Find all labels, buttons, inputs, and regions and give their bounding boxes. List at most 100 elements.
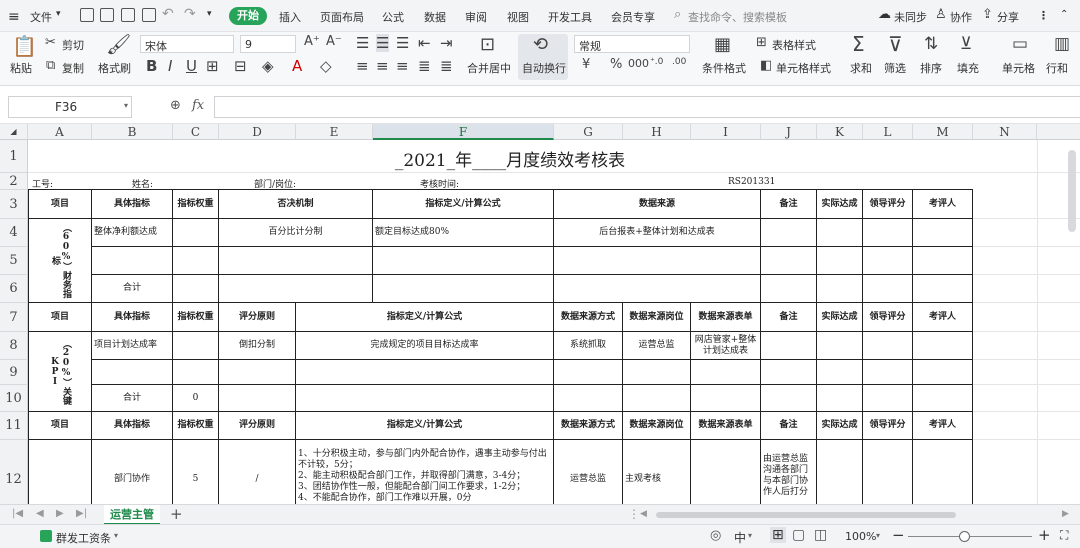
- select-all-corner[interactable]: ◢: [0, 124, 28, 140]
- r8-actual[interactable]: [817, 332, 863, 360]
- h2-evaluator[interactable]: 考评人: [913, 303, 973, 332]
- input-mode[interactable]: 中: [734, 529, 746, 546]
- h3-post[interactable]: 数据来源岗位: [623, 412, 691, 440]
- h3-weight[interactable]: 指标权重: [173, 412, 219, 440]
- tab-data[interactable]: 数据: [424, 9, 446, 25]
- r8-form[interactable]: 网店管家+整体计划达成表: [691, 332, 761, 360]
- sec1-item-cell[interactable]: （60%）财务指标: [28, 219, 92, 303]
- r8-definition[interactable]: 完成规定的项目目标达成率: [296, 332, 554, 360]
- r6-rule[interactable]: [219, 275, 373, 303]
- tab-insert[interactable]: 插入: [279, 9, 301, 25]
- r4-definition[interactable]: 额定目标达成80%: [373, 219, 554, 247]
- filter-button[interactable]: 筛选: [884, 60, 906, 76]
- row-header-9[interactable]: 9: [0, 360, 28, 385]
- row-header-2[interactable]: 2: [0, 173, 28, 190]
- cell-style-icon[interactable]: ◧: [760, 58, 772, 73]
- italic-icon[interactable]: I: [168, 57, 172, 75]
- r4-evaluator[interactable]: [913, 219, 973, 247]
- zoom-dropdown-icon[interactable]: ▾: [876, 531, 880, 540]
- h3-metric[interactable]: 具体指标: [92, 412, 173, 440]
- tab-formulas[interactable]: 公式: [382, 9, 404, 25]
- r12-remark[interactable]: 由运营总监沟通各部门与本部门协作人后打分: [761, 440, 817, 504]
- sheet-title[interactable]: _2021_年____月度绩效考核表: [360, 146, 660, 171]
- align-middle-icon[interactable]: ☰: [376, 34, 390, 52]
- page-break-view-icon[interactable]: ◫: [814, 527, 827, 543]
- r6-actual[interactable]: [817, 275, 863, 303]
- r12-item[interactable]: [28, 440, 92, 504]
- r4-actual[interactable]: [817, 219, 863, 247]
- r10-form[interactable]: [691, 385, 761, 412]
- more-sheets-icon[interactable]: ⋮: [628, 507, 640, 521]
- r12-evaluator[interactable]: [913, 440, 973, 504]
- h1-leader-score[interactable]: 领导评分: [863, 190, 913, 219]
- indent-increase-icon[interactable]: ⇥: [440, 34, 453, 52]
- r10-rule[interactable]: [219, 385, 296, 412]
- chevron-down-icon[interactable]: ▾: [56, 9, 61, 19]
- h3-rule[interactable]: 评分原则: [219, 412, 296, 440]
- scissors-icon[interactable]: ✂: [45, 35, 56, 50]
- save-icon[interactable]: [80, 8, 94, 22]
- r9-post[interactable]: [623, 360, 691, 385]
- col-header-l[interactable]: L: [863, 124, 913, 140]
- r5-actual[interactable]: [817, 247, 863, 275]
- thousands-icon[interactable]: 000: [628, 57, 649, 70]
- wrap-text-icon[interactable]: ⟲: [533, 34, 548, 55]
- file-menu[interactable]: 文件: [30, 9, 52, 25]
- fill-icon[interactable]: ⊻: [960, 34, 972, 54]
- record-code[interactable]: RS201331: [728, 177, 775, 187]
- name-box-dropdown-icon[interactable]: ▾: [124, 101, 128, 110]
- r4-rule[interactable]: 百分比计分制: [219, 219, 373, 247]
- format-painter-icon[interactable]: 🖌: [106, 32, 131, 56]
- auto-wrap-button[interactable]: 自动换行: [522, 60, 566, 76]
- tab-page-layout[interactable]: 页面布局: [320, 9, 364, 25]
- sort-button[interactable]: 排序: [920, 60, 942, 76]
- col-header-b[interactable]: B: [92, 124, 173, 140]
- r5-rule[interactable]: [219, 247, 373, 275]
- hamburger-icon[interactable]: ≡: [8, 9, 20, 25]
- r10-definition[interactable]: [296, 385, 554, 412]
- quick-access-dropdown-icon[interactable]: ▾: [207, 9, 212, 19]
- fill-button[interactable]: 填充: [957, 60, 979, 76]
- h1-definition[interactable]: 指标定义/计算公式: [373, 190, 554, 219]
- r10-leader-score[interactable]: [863, 385, 913, 412]
- col-header-c[interactable]: C: [173, 124, 219, 140]
- row-header-11[interactable]: 11: [0, 412, 28, 440]
- h2-item[interactable]: 项目: [28, 303, 92, 332]
- col-header-k[interactable]: K: [817, 124, 863, 140]
- format-painter-button[interactable]: 格式刷: [98, 60, 131, 76]
- r6-weight[interactable]: [173, 275, 219, 303]
- zoom-search-icon[interactable]: ⊕: [170, 98, 181, 113]
- h1-source[interactable]: 数据来源: [554, 190, 761, 219]
- r10-remark[interactable]: [761, 385, 817, 412]
- h2-leader-score[interactable]: 领导评分: [863, 303, 913, 332]
- h3-leader-score[interactable]: 领导评分: [863, 412, 913, 440]
- row-header-10[interactable]: 10: [0, 385, 28, 412]
- r12-method[interactable]: 运营总监: [554, 440, 623, 504]
- h2-rule[interactable]: 评分原则: [219, 303, 296, 332]
- cell-icon[interactable]: ▭: [1012, 34, 1028, 54]
- r10-evaluator[interactable]: [913, 385, 973, 412]
- zoom-level[interactable]: 100%: [845, 530, 876, 543]
- command-search[interactable]: 查找命令、搜索模板: [688, 9, 787, 25]
- r6-remark[interactable]: [761, 275, 817, 303]
- col-header-g[interactable]: G: [554, 124, 623, 140]
- formula-input[interactable]: [214, 96, 1080, 118]
- col-header-m[interactable]: M: [913, 124, 973, 140]
- zoom-slider-track[interactable]: [908, 536, 1032, 537]
- h1-evaluator[interactable]: 考评人: [913, 190, 973, 219]
- align-bottom-icon[interactable]: ☰: [396, 34, 409, 52]
- r5-metric[interactable]: [92, 247, 173, 275]
- eye-protection-icon[interactable]: ◎: [710, 528, 721, 543]
- r12-metric[interactable]: 部门协作: [92, 440, 173, 504]
- spreadsheet-grid[interactable]: ◢ A B C D E F G H I J K L M N 1 2 3 4 5 …: [0, 124, 1080, 504]
- tab-review[interactable]: 审阅: [465, 9, 487, 25]
- add-sheet-icon[interactable]: +: [170, 505, 183, 523]
- r8-remark[interactable]: [761, 332, 817, 360]
- row-header-4[interactable]: 4: [0, 219, 28, 247]
- r8-weight[interactable]: [173, 332, 219, 360]
- indent-decrease-icon[interactable]: ⇤: [418, 34, 431, 52]
- row-header-12[interactable]: 12: [0, 440, 28, 504]
- row-header-7[interactable]: 7: [0, 303, 28, 332]
- input-mode-dropdown-icon[interactable]: ▾: [748, 531, 752, 540]
- r5-leader-score[interactable]: [863, 247, 913, 275]
